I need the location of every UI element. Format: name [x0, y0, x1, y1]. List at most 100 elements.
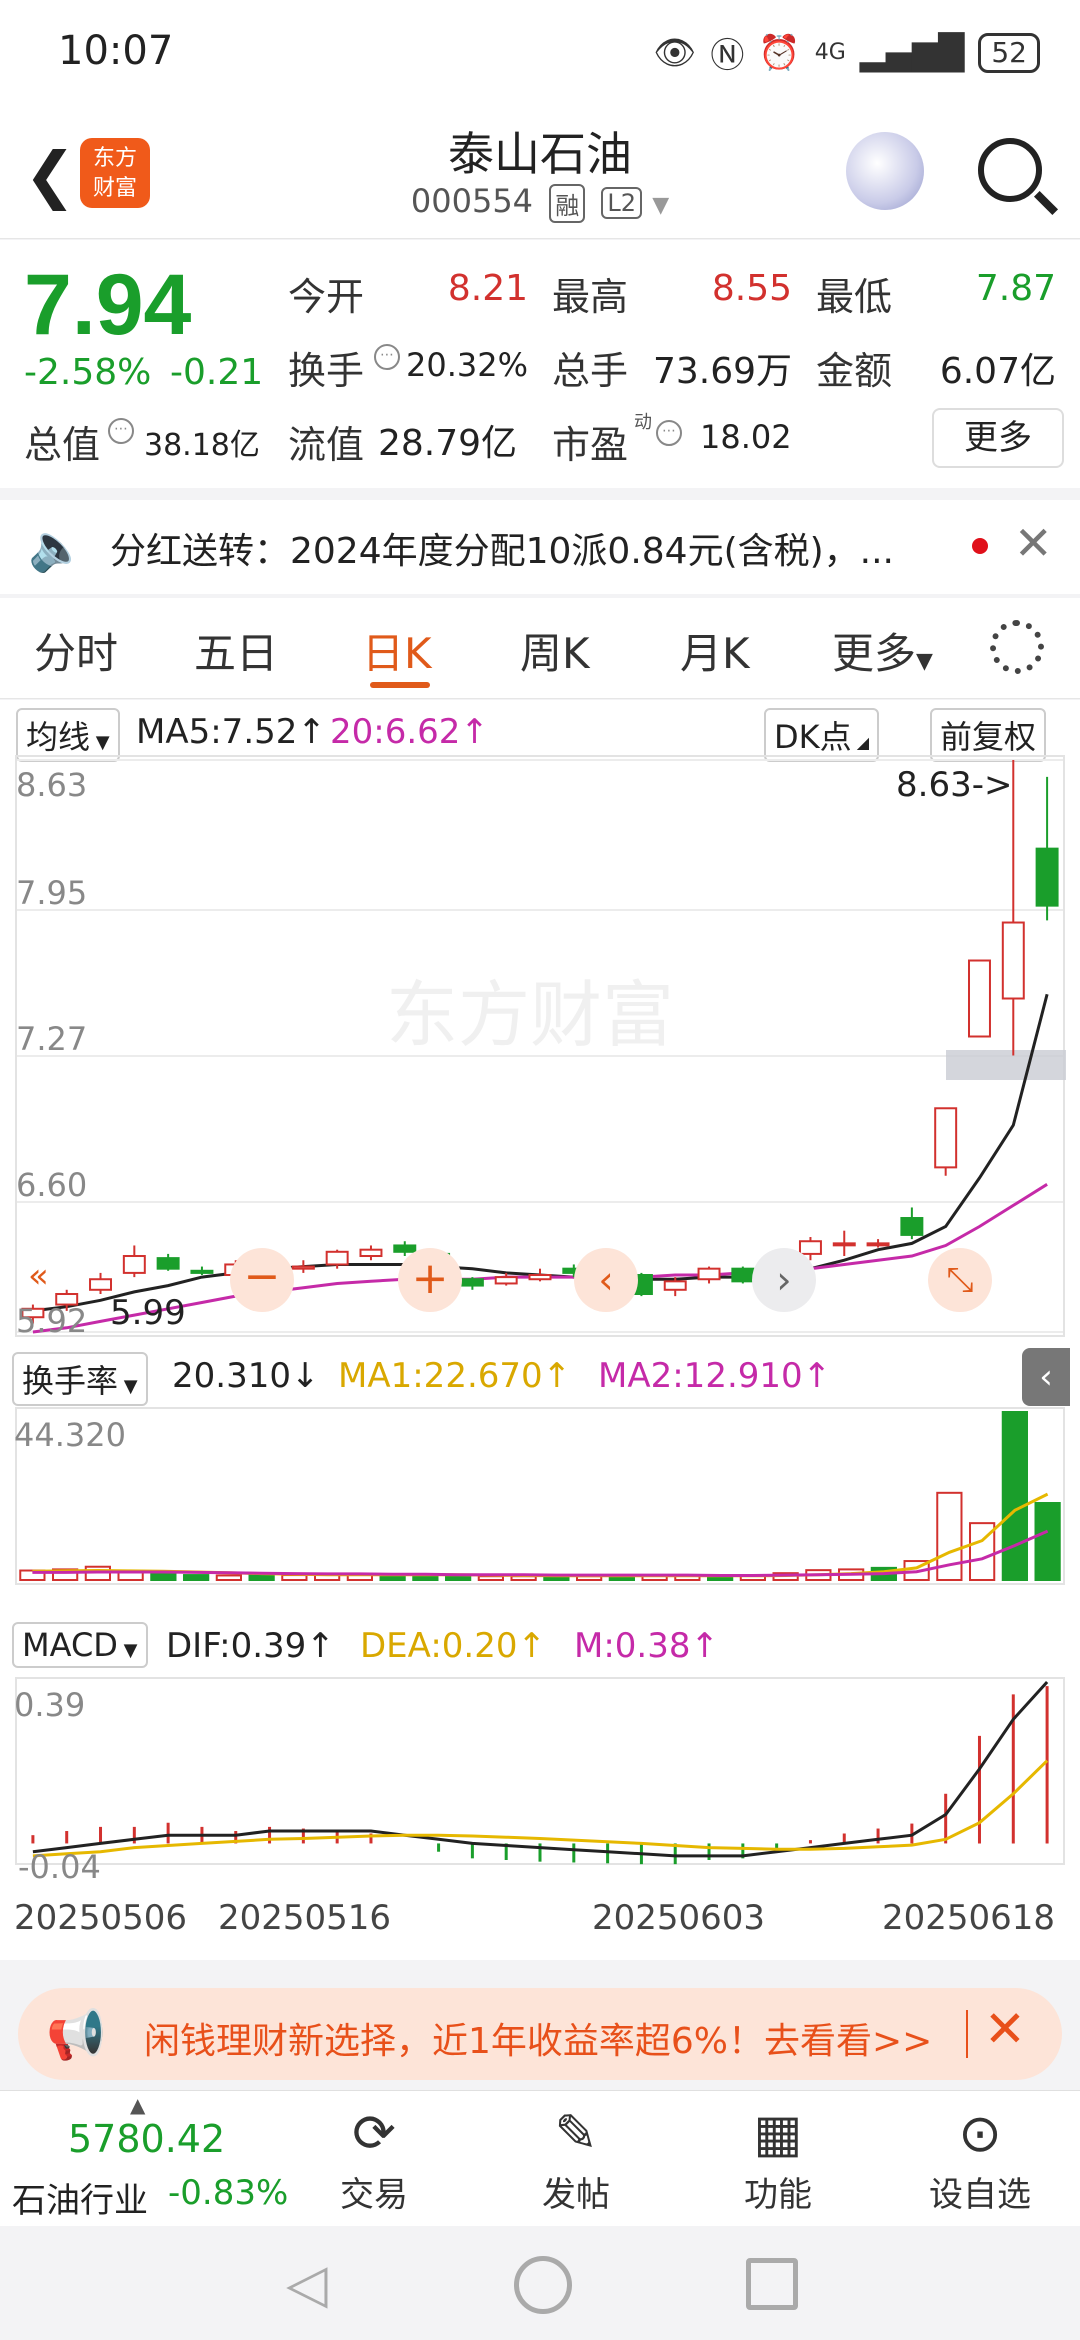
y-label-4: 6.60 — [16, 1166, 87, 1204]
x-label-3: 20250603 — [592, 1898, 766, 1938]
market-cap-info-icon[interactable]: ⋯ — [106, 418, 140, 444]
candle-body — [697, 1267, 721, 1281]
amount-label: 金额 — [816, 349, 893, 393]
level2-tag: L2 — [601, 187, 643, 219]
turnover-y-max: 44.320 — [14, 1416, 126, 1454]
tab-monthly-k[interactable]: 月K — [680, 620, 750, 681]
post-icon: ✎ — [554, 2104, 598, 2164]
sector-name[interactable]: 石油行业 — [12, 2173, 148, 2222]
watermark: 东方财富 — [386, 973, 674, 1057]
fullscreen-icon[interactable]: ⤡ — [928, 1248, 992, 1312]
back-triangle-icon[interactable]: ◁ — [286, 2252, 328, 2315]
scroll-right-button[interactable]: › — [752, 1248, 816, 1312]
candle-body — [325, 1250, 349, 1266]
macd-selector[interactable]: MACD ▼ — [12, 1622, 148, 1668]
status-time: 10:07 — [58, 28, 174, 74]
close-icon[interactable]: ✕ — [984, 2000, 1026, 2058]
tab-more-label: 更多 — [832, 629, 917, 678]
pe-info-icon[interactable]: ⋯ — [654, 420, 688, 446]
more-quote-button[interactable]: 更多 — [932, 408, 1064, 468]
macd-y-min: -0.04 — [18, 1848, 101, 1886]
candle-body — [968, 959, 991, 1038]
open-value: 8.21 — [447, 268, 528, 309]
notice-text[interactable]: 分红送转：2024年度分配10派0.84元(含税)，... — [110, 522, 930, 574]
candle-body — [359, 1248, 383, 1258]
function-button[interactable]: ▦ 功能 — [718, 2101, 838, 2216]
gear-icon[interactable] — [990, 620, 1044, 674]
system-navigation: ◁ — [0, 2226, 1080, 2340]
candle-body — [156, 1257, 180, 1270]
speaker-icon: 🔈 — [28, 520, 86, 574]
tab-weekly-k[interactable]: 周K — [520, 620, 590, 681]
high-marker: 8.63-> — [896, 765, 1012, 805]
macd-dif-legend: DIF:0.39↑ — [166, 1626, 335, 1666]
x-label-2: 20250516 — [218, 1898, 392, 1938]
tab-more[interactable]: 更多▼ — [832, 620, 933, 681]
pe-dynamic-mark: 动 — [634, 412, 652, 433]
change-value: -0.21 — [170, 352, 264, 393]
turnover-bar — [1034, 1502, 1061, 1581]
dividend-notice[interactable]: 🔈 分红送转：2024年度分配10派0.84元(含税)，... ✕ — [0, 500, 1080, 594]
unread-dot — [972, 538, 988, 554]
open-label: 今开 — [288, 275, 365, 319]
float-cap-value: 28.79亿 — [378, 423, 518, 464]
low-label: 最低 — [816, 275, 893, 319]
float-cap-label: 流值 — [288, 423, 365, 467]
kline-svg[interactable]: 东方财富 8.63 7.95 7.27 6.60 5.92 8.63-> 5.9… — [0, 700, 1080, 1960]
jump-start-icon[interactable]: « — [28, 1256, 49, 1296]
trade-label: 交易 — [340, 2175, 408, 2215]
tab-five-day[interactable]: 五日 — [194, 620, 278, 681]
expand-up-icon[interactable]: ▲ — [130, 2093, 145, 2117]
turnover-bar — [445, 1574, 472, 1581]
scroll-left-button[interactable]: ‹ — [574, 1248, 638, 1312]
turnover-bar — [117, 1571, 144, 1581]
zoom-in-button[interactable]: + — [398, 1248, 462, 1312]
home-circle-icon[interactable] — [514, 2256, 572, 2314]
watchlist-label: 设自选 — [929, 2175, 1031, 2215]
candle-body — [798, 1240, 822, 1255]
watchlist-button[interactable]: ⊙ 设自选 — [920, 2101, 1040, 2216]
kline-chart-area: 均线 ▼ MA5:7.52↑ 20:6.62↑ DK点 ◢ 前复权 东方财富 8… — [0, 700, 1080, 1960]
pe-label: 市盈 — [552, 423, 629, 467]
nfc-icon: Ⓝ — [710, 36, 745, 76]
stock-header: ❮ 东方 财富 泰山石油 000554 融 L2 ▼ — [0, 110, 1080, 239]
promo-text[interactable]: 闲钱理财新选择，近1年收益率超6%！去看看>> — [144, 2012, 932, 2064]
sector-index-value[interactable]: 5780.42 — [68, 2117, 225, 2161]
ai-assistant-icon[interactable] — [846, 132, 924, 210]
trade-button[interactable]: ⟳ 交易 — [314, 2101, 434, 2216]
candle-body — [393, 1244, 417, 1253]
post-button[interactable]: ✎ 发帖 — [516, 2101, 636, 2216]
pe-value: 18.02 — [700, 418, 792, 456]
candle-body — [494, 1276, 518, 1285]
zoom-out-button[interactable]: − — [230, 1248, 294, 1312]
turnover-bar — [248, 1573, 275, 1581]
macd-y-max: 0.39 — [14, 1686, 86, 1724]
status-icons: 👁 Ⓝ ⏰ 4G ▂▄▆█ 52 — [653, 28, 1040, 77]
close-icon[interactable]: ✕ — [1014, 516, 1053, 570]
candle-body — [900, 1217, 924, 1236]
promo-divider — [966, 2010, 968, 2058]
turnover-bar — [1001, 1411, 1028, 1581]
post-label: 发帖 — [542, 2175, 610, 2215]
recents-square-icon[interactable] — [746, 2258, 798, 2310]
search-icon[interactable] — [978, 138, 1042, 202]
candle-body — [934, 1107, 958, 1169]
volume-value: 73.69万 — [652, 351, 792, 392]
watchlist-icon: ⊙ — [958, 2104, 1002, 2164]
tab-intraday[interactable]: 分时 — [34, 620, 118, 681]
eye-icon: 👁 — [653, 32, 697, 73]
turnover-selector[interactable]: 换手率 ▼ — [12, 1352, 148, 1406]
trade-icon: ⟳ — [352, 2104, 396, 2164]
x-label-4: 20250618 — [882, 1898, 1056, 1938]
promo-banner[interactable]: 📢 闲钱理财新选择，近1年收益率超6%！去看看>> ✕ — [18, 1988, 1062, 2080]
high-label: 最高 — [552, 275, 629, 319]
macd-histogram — [31, 1680, 1049, 1865]
low-value: 7.87 — [975, 268, 1056, 309]
y-label-min: 5.92 — [16, 1302, 87, 1340]
side-panel-toggle[interactable]: ‹ — [1022, 1348, 1070, 1406]
tab-daily-k[interactable]: 日K — [362, 620, 432, 681]
function-label: 功能 — [744, 2175, 812, 2215]
function-icon: ▦ — [753, 2104, 803, 2164]
sector-change: -0.83% — [168, 2173, 289, 2213]
y-label-3: 7.27 — [16, 1020, 87, 1058]
